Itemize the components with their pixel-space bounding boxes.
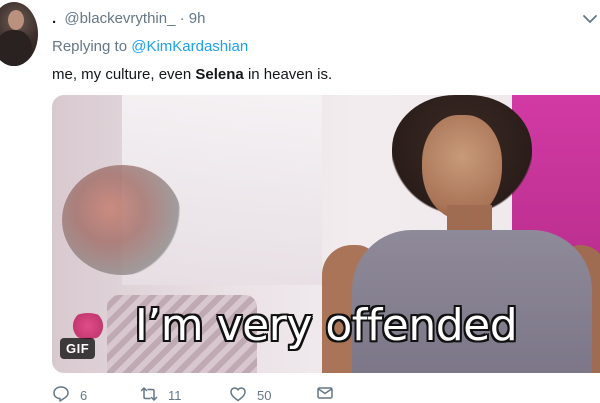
tweet-actions: 6 11 50	[52, 384, 600, 403]
avatar[interactable]	[0, 2, 38, 66]
like-action[interactable]: 50	[229, 384, 271, 403]
tweet-text-before: me, my culture, even	[52, 66, 192, 83]
avatar-face	[8, 10, 24, 30]
gif-badge: GIF	[60, 338, 96, 359]
replying-to-label: Replying to	[52, 38, 128, 55]
tweet-text-bold: Selena	[195, 66, 244, 83]
gif-caption: I’m very offended	[134, 300, 518, 351]
avatar-body	[0, 30, 32, 66]
reply-action[interactable]: 6	[52, 384, 87, 403]
tweet-text: me, my culture, even Selena in heaven is…	[52, 66, 332, 83]
tweet-header: . @blackevrythin_ · 9h	[52, 10, 205, 27]
replying-to: Replying to @KimKardashian	[52, 38, 248, 55]
timestamp[interactable]: 9h	[189, 10, 206, 27]
display-name[interactable]: .	[52, 10, 56, 27]
retweet-action[interactable]: 11	[140, 384, 182, 403]
gif-media[interactable]: I’m very offended GIF	[52, 95, 600, 373]
author-handle[interactable]: @blackevrythin_	[64, 10, 175, 27]
reply-count: 6	[80, 388, 88, 403]
background-plant	[62, 165, 182, 275]
chevron-down-icon[interactable]	[581, 12, 599, 26]
message-action[interactable]	[316, 384, 344, 402]
time-separator: ·	[179, 10, 189, 27]
retweet-count: 11	[168, 388, 182, 403]
reply-mention-link[interactable]: @KimKardashian	[131, 38, 248, 55]
tweet-text-after: in heaven is.	[247, 66, 333, 83]
message-icon	[317, 387, 333, 399]
like-count: 50	[257, 388, 272, 403]
